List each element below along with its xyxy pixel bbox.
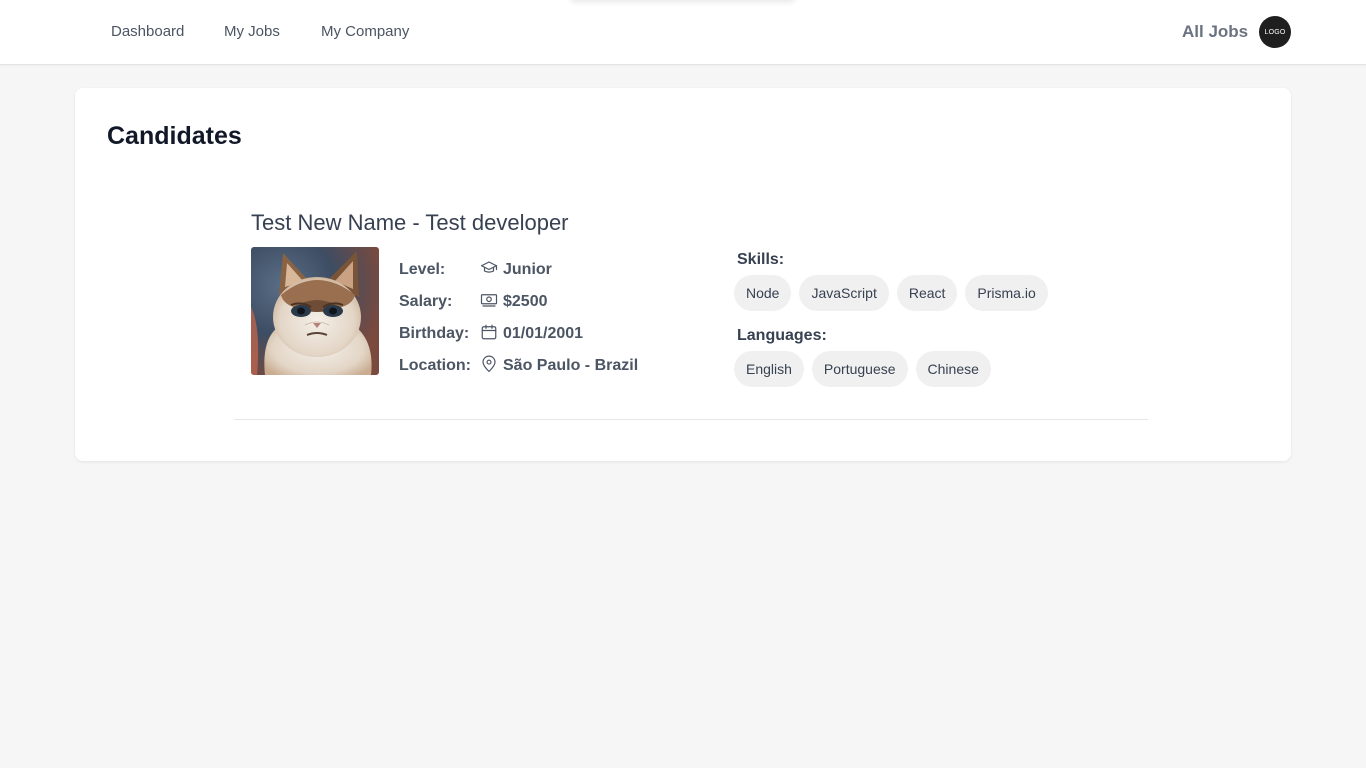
page-title: Candidates (107, 122, 242, 150)
languages-list: English Portuguese Chinese (734, 351, 991, 387)
graduation-cap-icon (480, 259, 498, 277)
salary-value: $2500 (503, 293, 548, 310)
location-value: São Paulo - Brazil (503, 357, 639, 374)
birthday-label: Birthday: (399, 325, 470, 342)
language-chip[interactable]: Chinese (915, 351, 991, 387)
map-pin-icon (480, 355, 498, 373)
languages-label: Languages: (737, 327, 827, 344)
skill-chip[interactable]: Prisma.io (965, 275, 1048, 311)
level-label: Level: (399, 261, 446, 278)
level-value: Junior (503, 261, 552, 278)
logo[interactable]: LOGO (1259, 16, 1291, 48)
top-navigation-bar: Dashboard My Jobs My Company All Jobs LO… (0, 0, 1366, 65)
skill-chip[interactable]: React (896, 275, 958, 311)
banknote-icon (480, 291, 498, 309)
language-chip[interactable]: English (734, 351, 804, 387)
candidates-card: Candidates Test New Name - Test develope… (75, 88, 1291, 461)
skills-list: Node JavaScript React Prisma.io (734, 275, 1048, 311)
candidate-avatar (251, 247, 379, 375)
skill-chip[interactable]: Node (734, 275, 792, 311)
candidate-divider (234, 419, 1148, 420)
cat-photo (251, 247, 379, 375)
candidate-name[interactable]: Test New Name - Test developer (251, 210, 569, 236)
location-label: Location: (399, 357, 471, 374)
nav-link-my-jobs[interactable]: My Jobs (224, 23, 280, 41)
skill-chip[interactable]: JavaScript (799, 275, 889, 311)
nav-link-dashboard[interactable]: Dashboard (111, 23, 184, 41)
salary-label: Salary: (399, 293, 453, 310)
all-jobs-link[interactable]: All Jobs (1182, 22, 1248, 42)
nav-link-my-company[interactable]: My Company (321, 23, 409, 41)
skills-label: Skills: (737, 251, 785, 268)
birthday-value: 01/01/2001 (503, 325, 584, 342)
language-chip[interactable]: Portuguese (811, 351, 908, 387)
calendar-icon (480, 323, 498, 341)
